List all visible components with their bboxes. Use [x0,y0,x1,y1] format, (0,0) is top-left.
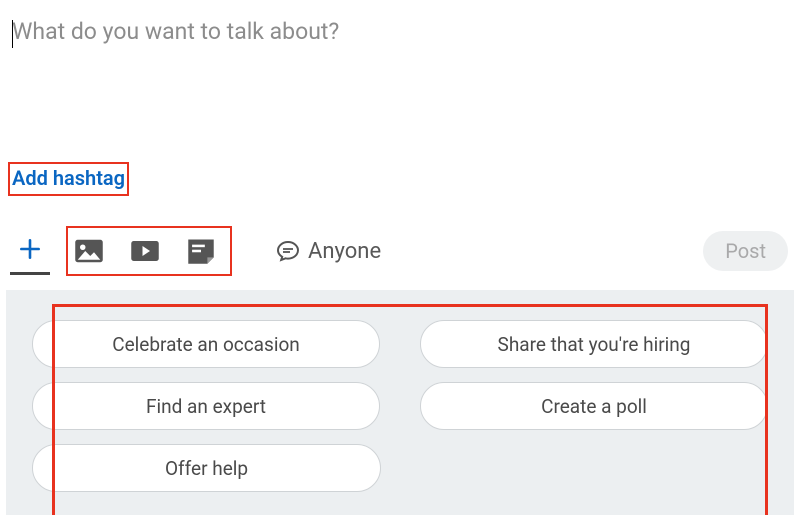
post-button[interactable]: Post [703,231,788,271]
suggestion-label: Share that you're hiring [498,333,691,356]
composer-toolbar: Anyone Post [0,216,800,290]
media-buttons-group [66,226,232,276]
audience-selector[interactable]: Anyone [276,239,381,264]
suggestion-label: Offer help [165,457,248,480]
add-video-button[interactable] [130,236,160,266]
suggestion-share-hiring[interactable]: Share that you're hiring [420,320,768,368]
hashtag-row: Add hashtag [0,162,800,196]
add-photo-button[interactable] [74,236,104,266]
suggestion-label: Create a poll [541,395,647,418]
comment-icon [276,239,300,263]
post-button-label: Post [725,239,766,263]
suggestion-label: Find an expert [146,395,266,418]
add-hashtag-button[interactable]: Add hashtag [8,162,129,196]
post-suggestions-panel: Celebrate an occasion Share that you're … [6,290,794,515]
photo-icon [74,238,104,264]
document-icon [187,238,215,264]
add-more-button[interactable] [10,227,50,275]
spacer [421,444,768,492]
text-cursor [12,20,13,48]
suggestion-celebrate-occasion[interactable]: Celebrate an occasion [32,320,380,368]
compose-placeholder: What do you want to talk about? [12,18,788,45]
suggestion-label: Celebrate an occasion [112,333,300,356]
suggestion-find-expert[interactable]: Find an expert [32,382,380,430]
compose-textarea[interactable]: What do you want to talk about? [0,0,800,156]
plus-icon [17,236,43,262]
audience-label: Anyone [308,239,381,264]
suggestion-offer-help[interactable]: Offer help [32,444,381,492]
suggestion-create-poll[interactable]: Create a poll [420,382,768,430]
add-document-button[interactable] [186,236,216,266]
video-icon [130,239,160,263]
compose-placeholder-text: What do you want to talk about? [12,18,339,45]
